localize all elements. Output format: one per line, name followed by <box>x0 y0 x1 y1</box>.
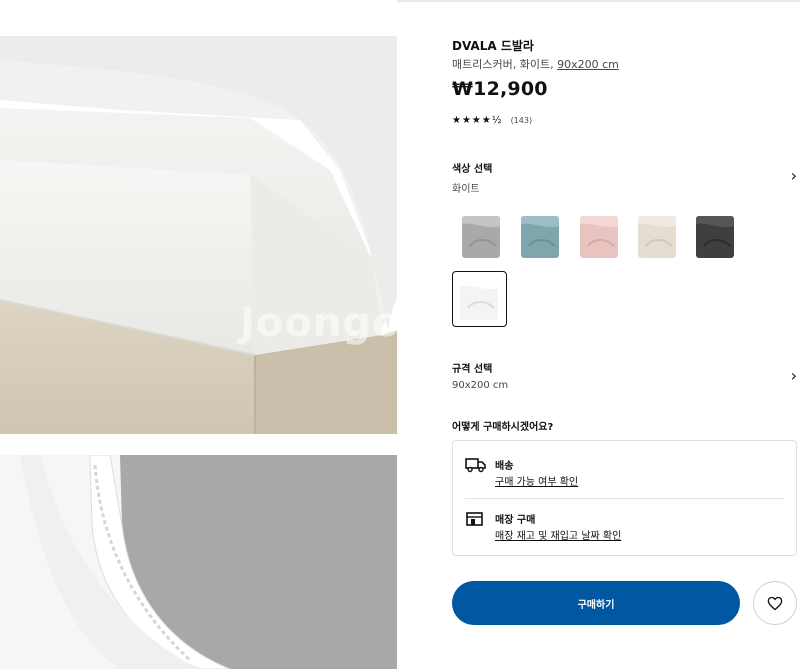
product-description: 매트리스커버, 화이트, 90x200 cm <box>452 56 619 72</box>
chevron-right-icon: › <box>790 166 797 185</box>
purchase-options: 배송 구매 가능 여부 확인 매장 구매 매장 재고 및 재입고 날짜 확인 <box>452 440 797 556</box>
bed-illustration <box>0 0 397 434</box>
swatch-gray[interactable] <box>462 216 500 258</box>
size-select-value: 90x200 cm <box>452 380 509 391</box>
buy-button[interactable]: 구매하기 <box>452 581 740 625</box>
size-link[interactable]: 90x200 cm <box>557 58 619 71</box>
swatch-dark-gray[interactable] <box>696 216 734 258</box>
product-name: DVALA 드발라 <box>452 39 534 53</box>
corner-illustration <box>0 455 397 669</box>
product-gallery[interactable]: Joongo <box>0 0 397 669</box>
rating[interactable]: ★★★★½ (143) <box>452 115 532 126</box>
options-divider <box>465 498 785 499</box>
product-info-panel: DVALA 드발라 매트리스커버, 화이트, 90x200 cm ₩12,900… <box>452 0 800 669</box>
swatch-beige[interactable] <box>638 216 676 258</box>
size-select-title: 규격 선택 <box>452 364 493 375</box>
heart-icon <box>767 596 783 610</box>
swatch-white-selected[interactable] <box>452 271 507 327</box>
size-select-row[interactable]: 규격 선택 90x200 cm › <box>452 360 797 391</box>
store-title: 매장 구매 <box>495 515 536 526</box>
product-description-text: 매트리스커버, 화이트, <box>452 58 554 71</box>
swatch-white <box>460 278 498 320</box>
swatch-pink[interactable] <box>580 216 618 258</box>
product-price: ₩12,900 <box>452 78 548 100</box>
product-image-corner-detail[interactable] <box>0 455 397 669</box>
favorite-button[interactable] <box>753 581 797 625</box>
watermark-text: Joongo <box>240 300 397 346</box>
review-count[interactable]: (143) <box>511 116 533 125</box>
swatch-teal[interactable] <box>521 216 559 258</box>
purchase-question: 어떻게 구매하시겠어요? <box>452 422 554 433</box>
delivery-availability-link[interactable]: 구매 가능 여부 확인 <box>495 473 578 488</box>
store-stock-link[interactable]: 매장 재고 및 재입고 날짜 확인 <box>495 527 621 542</box>
color-select-row[interactable]: 색상 선택 화이트 › <box>452 160 797 195</box>
chevron-right-icon: › <box>790 366 797 385</box>
product-image-bed[interactable]: Joongo <box>0 0 397 434</box>
truck-icon <box>465 458 486 473</box>
star-rating-icon: ★★★★½ <box>452 115 503 126</box>
color-select-value: 화이트 <box>452 184 480 195</box>
color-select-title: 색상 선택 <box>452 164 493 175</box>
delivery-title: 배송 <box>495 461 514 472</box>
store-icon <box>466 512 483 526</box>
